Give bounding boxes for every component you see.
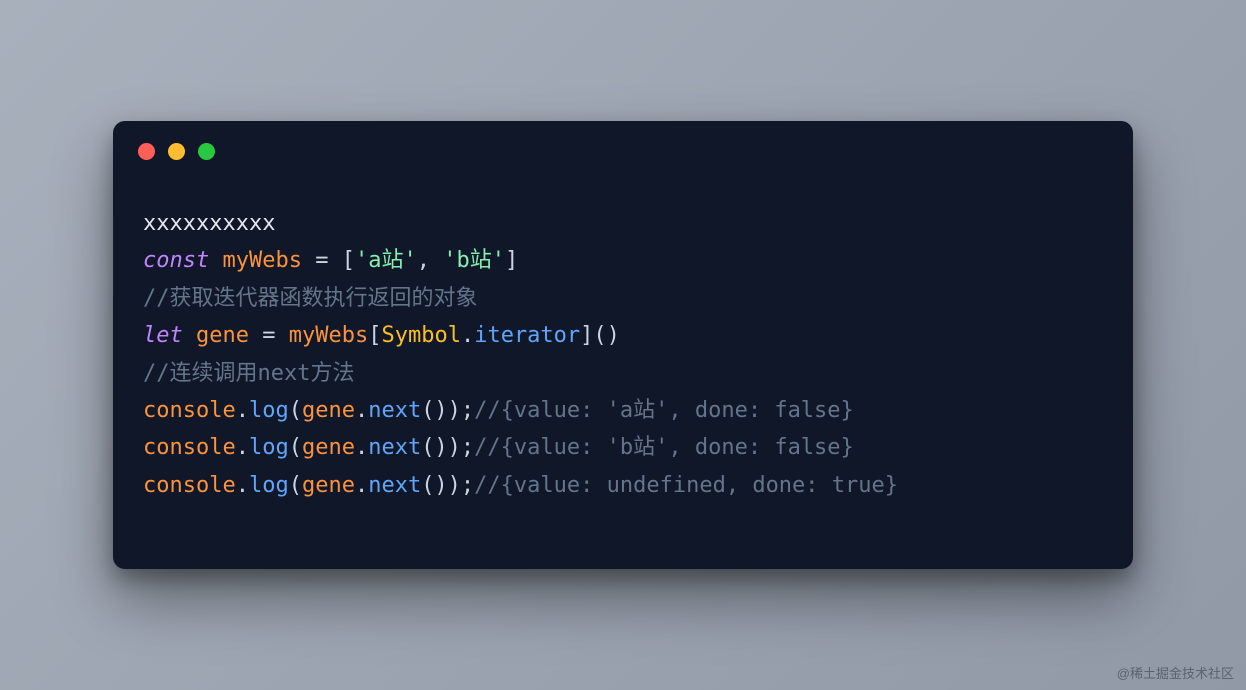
code-line: console.log(gene.next());//{value: undef… [143, 467, 1103, 504]
token-string: 'b站' [443, 248, 505, 273]
token-punct: ( [289, 398, 302, 423]
token-method: log [249, 435, 289, 460]
code-content: xxxxxxxxxxconst myWebs = ['a站', 'b站']//获… [113, 170, 1133, 514]
token-punct: . [355, 435, 368, 460]
code-line: console.log(gene.next());//{value: 'a站',… [143, 392, 1103, 429]
token-punct: ( [289, 473, 302, 498]
code-line: console.log(gene.next());//{value: 'b站',… [143, 429, 1103, 466]
token-punct: . [461, 323, 474, 348]
token-comment: //连续调用next方法 [143, 361, 354, 386]
watermark-text: @稀土掘金技术社区 [1117, 663, 1234, 682]
token-ident: console [143, 473, 236, 498]
code-window: xxxxxxxxxxconst myWebs = ['a站', 'b站']//获… [113, 121, 1133, 569]
token-keyword: let [143, 323, 183, 348]
token-ident: gene [196, 323, 249, 348]
minimize-icon[interactable] [168, 143, 185, 160]
token-ident: gene [302, 398, 355, 423]
token-builtin: Symbol [381, 323, 460, 348]
token-plain [302, 248, 315, 273]
maximize-icon[interactable] [198, 143, 215, 160]
token-method: iterator [474, 323, 580, 348]
token-punct: = [315, 248, 328, 273]
token-plain [275, 323, 288, 348]
token-punct: ()); [421, 473, 474, 498]
token-punct: , [417, 248, 430, 273]
token-keyword: const [143, 248, 209, 273]
token-punct: ]() [580, 323, 620, 348]
code-line: const myWebs = ['a站', 'b站'] [143, 242, 1103, 279]
token-plain [249, 323, 262, 348]
token-punct: . [236, 473, 249, 498]
token-method: next [368, 473, 421, 498]
token-plain [430, 248, 443, 273]
code-line: //连续调用next方法 [143, 355, 1103, 392]
token-comment: //{value: 'a站', done: false} [474, 398, 854, 423]
token-punct: . [236, 435, 249, 460]
token-plain: xxxxxxxxxx [143, 211, 275, 236]
token-punct: [ [342, 248, 355, 273]
token-punct: ()); [421, 398, 474, 423]
token-punct: = [262, 323, 275, 348]
token-ident: myWebs [222, 248, 301, 273]
close-icon[interactable] [138, 143, 155, 160]
token-method: next [368, 435, 421, 460]
code-line: //获取迭代器函数执行返回的对象 [143, 280, 1103, 317]
token-punct: . [236, 398, 249, 423]
token-ident: gene [302, 435, 355, 460]
token-method: log [249, 398, 289, 423]
token-ident: console [143, 398, 236, 423]
code-line: xxxxxxxxxx [143, 205, 1103, 242]
token-plain [183, 323, 196, 348]
token-comment: //获取迭代器函数执行返回的对象 [143, 286, 478, 311]
token-method: next [368, 398, 421, 423]
token-punct: ] [505, 248, 518, 273]
token-comment: //{value: 'b站', done: false} [474, 435, 854, 460]
token-ident: myWebs [289, 323, 368, 348]
token-ident: console [143, 435, 236, 460]
token-punct: ( [289, 435, 302, 460]
window-titlebar [113, 121, 1133, 170]
token-ident: gene [302, 473, 355, 498]
token-plain [328, 248, 341, 273]
token-punct: [ [368, 323, 381, 348]
token-method: log [249, 473, 289, 498]
code-line: let gene = myWebs[Symbol.iterator]() [143, 317, 1103, 354]
token-string: 'a站' [355, 248, 417, 273]
token-comment: //{value: undefined, done: true} [474, 473, 898, 498]
token-punct: ()); [421, 435, 474, 460]
token-punct: . [355, 398, 368, 423]
token-punct: . [355, 473, 368, 498]
token-plain [209, 248, 222, 273]
